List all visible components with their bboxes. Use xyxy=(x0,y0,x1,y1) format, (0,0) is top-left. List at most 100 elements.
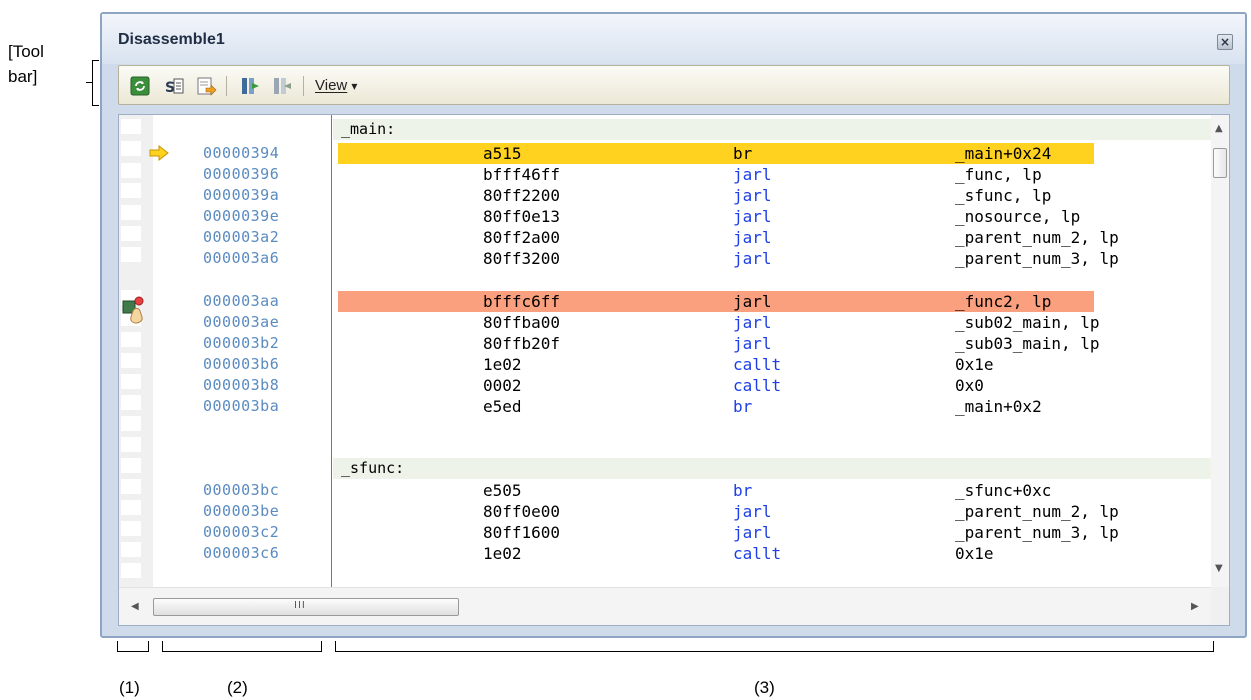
mnemonic-cell: jarl xyxy=(733,334,772,353)
disasm-row[interactable]: 000003bc e505 br _sfunc+0xc xyxy=(119,480,1215,501)
code-cell: 80ff2a00 xyxy=(483,228,561,247)
disassembly-panel[interactable]: _main: _sfunc: 00000394 a515 br _main+0x24 … xyxy=(118,114,1230,626)
operand-cell: _main+0x2 xyxy=(955,397,1042,416)
disasm-row[interactable]: 00000396 bfff46ff jarl _func, lp xyxy=(119,164,1215,185)
code-cell: bfff46ff xyxy=(483,165,561,184)
address-cell: 000003b8 xyxy=(203,376,280,394)
toolbar-separator xyxy=(303,76,304,96)
mnemonic-cell: callt xyxy=(733,544,782,563)
scroll-down-icon[interactable]: ▼ xyxy=(1215,563,1223,574)
toolbar-callout-line1: [Tool xyxy=(8,42,44,61)
step-back-icon[interactable] xyxy=(271,75,293,97)
symbol-label-row: _sfunc: xyxy=(333,458,1215,479)
disasm-row[interactable]: 000003b2 80ffb20f jarl _sub03_main, lp xyxy=(119,333,1215,354)
code-cell: e505 xyxy=(483,481,522,500)
disasm-row[interactable]: 0000039a 80ff2200 jarl _sfunc, lp xyxy=(119,185,1215,206)
horizontal-scrollbar[interactable]: ◀ III ▶ xyxy=(119,587,1215,625)
operand-cell: _sfunc+0xc xyxy=(955,481,1052,500)
disasm-row[interactable]: 00000394 a515 br _main+0x24 xyxy=(119,143,1215,164)
address-cell: 0000039a xyxy=(203,186,280,204)
mnemonic-cell: jarl xyxy=(733,292,772,311)
operand-cell: _sfunc, lp xyxy=(955,186,1052,205)
address-cell: 000003b6 xyxy=(203,355,280,373)
callout-3: (3) xyxy=(754,678,775,697)
operand-cell: _func, lp xyxy=(955,165,1042,184)
disasm-row[interactable]: 000003b8 0002 callt 0x0 xyxy=(119,375,1215,396)
operand-cell: 0x1e xyxy=(955,355,994,374)
address-cell: 000003a6 xyxy=(203,249,280,267)
vertical-scroll-thumb[interactable] xyxy=(1213,148,1227,178)
horizontal-scroll-thumb[interactable]: III xyxy=(153,598,459,616)
code-cell: a515 xyxy=(483,144,522,163)
address-cell: 000003ba xyxy=(203,397,280,415)
address-cell: 000003bc xyxy=(203,481,280,499)
window-title: Disassemble1 xyxy=(118,31,225,48)
close-button[interactable]: × xyxy=(1217,34,1233,50)
mnemonic-cell: jarl xyxy=(733,186,772,205)
toolbar-callout-line2: bar] xyxy=(8,67,38,86)
mnemonic-cell: jarl xyxy=(733,502,772,521)
mnemonic-cell: br xyxy=(733,144,753,163)
callout-2: (2) xyxy=(227,678,248,697)
mnemonic-cell: br xyxy=(733,397,753,416)
disasm-row[interactable]: 000003a2 80ff2a00 jarl _parent_num_2, lp xyxy=(119,227,1215,248)
disasm-row[interactable]: 000003aa bfffc6ff jarl _func2, lp xyxy=(119,291,1215,312)
code-cell: 80ffba00 xyxy=(483,313,561,332)
code-cell: 80ff1600 xyxy=(483,523,561,542)
symbol-label: _main: xyxy=(341,120,396,138)
disasm-row[interactable]: 000003b6 1e02 callt 0x1e xyxy=(119,354,1215,375)
source-view-icon[interactable]: S xyxy=(163,75,185,97)
code-cell: bfffc6ff xyxy=(483,292,561,311)
chevron-down-icon: ▾ xyxy=(351,79,358,93)
vertical-scrollbar[interactable]: ▲ ▼ xyxy=(1211,115,1229,589)
address-cell: 000003c6 xyxy=(203,544,280,562)
operand-cell: _nosource, lp xyxy=(955,207,1081,226)
step-forward-icon[interactable] xyxy=(239,75,261,97)
disasm-row[interactable]: 000003ba e5ed br _main+0x2 xyxy=(119,396,1215,417)
address-cell: 000003a2 xyxy=(203,228,280,246)
operand-cell: _func2, lp xyxy=(955,292,1052,311)
code-cell: 80ffb20f xyxy=(483,334,561,353)
disassemble-window: Disassemble1 × S View ▾ _main: _sfunc: 0… xyxy=(100,12,1247,638)
mnemonic-cell: jarl xyxy=(733,228,772,247)
go-to-address-icon[interactable] xyxy=(195,75,217,97)
address-cell: 00000394 xyxy=(203,144,280,162)
toolbar-separator xyxy=(226,76,227,96)
refresh-icon[interactable] xyxy=(129,75,151,97)
code-cell: e5ed xyxy=(483,397,522,416)
bracket-1 xyxy=(117,641,149,652)
disasm-row[interactable]: 0000039e 80ff0e13 jarl _nosource, lp xyxy=(119,206,1215,227)
symbol-label-row: _main: xyxy=(333,119,1215,140)
disasm-row[interactable]: 000003a6 80ff3200 jarl _parent_num_3, lp xyxy=(119,248,1215,269)
disasm-row[interactable]: 000003be 80ff0e00 jarl _parent_num_2, lp xyxy=(119,501,1215,522)
mnemonic-cell: jarl xyxy=(733,249,772,268)
scroll-up-icon[interactable]: ▲ xyxy=(1215,123,1223,134)
callout-1: (1) xyxy=(119,678,140,697)
disasm-row[interactable]: 000003ae 80ffba00 jarl _sub02_main, lp xyxy=(119,312,1215,333)
disasm-row[interactable]: 000003c6 1e02 callt 0x1e xyxy=(119,543,1215,564)
scroll-right-icon[interactable]: ▶ xyxy=(1191,601,1199,612)
code-cell: 80ff0e13 xyxy=(483,207,561,226)
mnemonic-cell: jarl xyxy=(733,523,772,542)
code-cell: 1e02 xyxy=(483,544,522,563)
mnemonic-cell: jarl xyxy=(733,165,772,184)
disasm-row[interactable]: 000003c2 80ff1600 jarl _parent_num_3, lp xyxy=(119,522,1215,543)
scroll-grip: III xyxy=(294,600,306,611)
bracket-2 xyxy=(162,641,322,652)
mnemonic-cell: callt xyxy=(733,376,782,395)
code-cell: 80ff0e00 xyxy=(483,502,561,521)
address-cell: 000003b2 xyxy=(203,334,280,352)
address-cell: 00000396 xyxy=(203,165,280,183)
view-menu-button[interactable]: View ▾ xyxy=(315,77,357,94)
operand-cell: _parent_num_2, lp xyxy=(955,502,1119,521)
operand-cell: _parent_num_3, lp xyxy=(955,523,1119,542)
symbol-label: _sfunc: xyxy=(341,459,405,477)
operand-cell: _sub03_main, lp xyxy=(955,334,1100,353)
operand-cell: _parent_num_2, lp xyxy=(955,228,1119,247)
operand-cell: 0x0 xyxy=(955,376,984,395)
operand-cell: _parent_num_3, lp xyxy=(955,249,1119,268)
address-cell: 000003aa xyxy=(203,292,280,310)
scroll-left-icon[interactable]: ◀ xyxy=(131,601,139,612)
code-cell: 80ff3200 xyxy=(483,249,561,268)
code-cell: 1e02 xyxy=(483,355,522,374)
